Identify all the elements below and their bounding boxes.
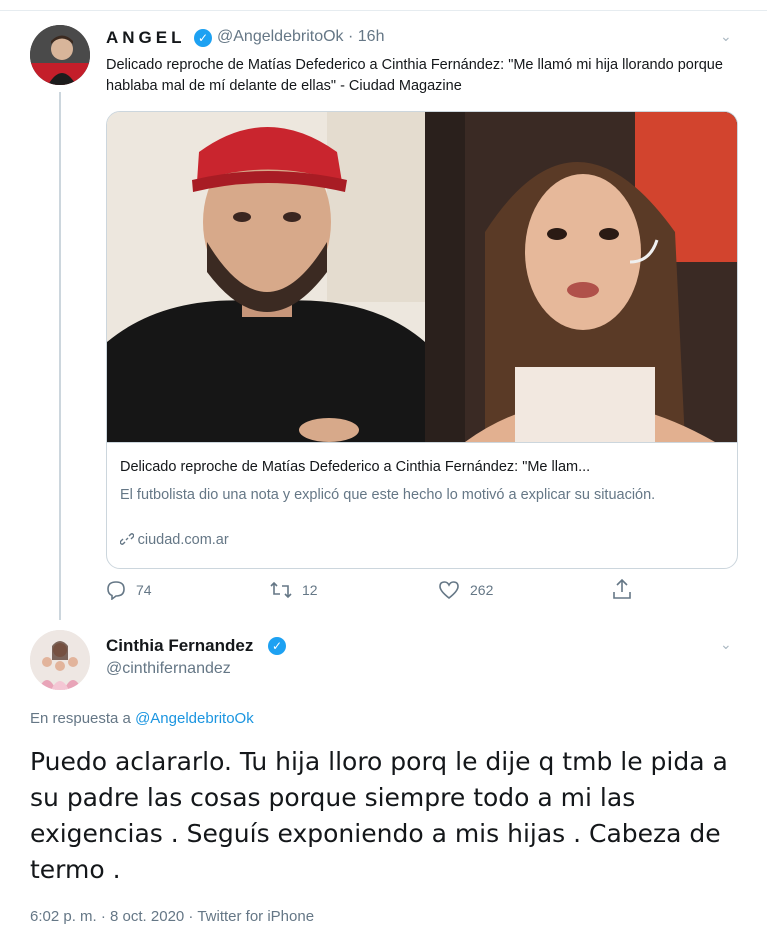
author-name-angel[interactable]: ANGEL <box>106 28 186 48</box>
reply-prefix: En respuesta a <box>30 710 131 727</box>
thread-line <box>59 92 61 620</box>
share-icon <box>613 578 631 599</box>
link-icon <box>119 532 138 547</box>
card-divider <box>107 442 737 443</box>
handle-angel[interactable]: @AngeldebritoOk <box>217 28 344 45</box>
share-button[interactable] <box>612 578 632 600</box>
retweet-icon <box>270 581 292 599</box>
chevron-down-icon[interactable]: ⌄ <box>720 28 732 45</box>
avatar-angel-image <box>30 25 90 85</box>
top-divider <box>0 10 767 11</box>
retweet-count: 12 <box>302 582 318 598</box>
card-title[interactable]: Delicado reproche de Matías Defederico a… <box>120 459 720 475</box>
tweet2-timestamp[interactable]: 6:02 p. m. · 8 oct. 2020 · Twitter for i… <box>30 908 314 925</box>
card-image-right <box>425 112 737 442</box>
reply-count: 74 <box>136 582 152 598</box>
chevron-down-icon[interactable]: ⌄ <box>720 636 732 653</box>
card-image-right-photo <box>425 112 737 442</box>
avatar-angel[interactable] <box>30 25 90 85</box>
reply-mention-link[interactable]: @AngeldebritoOk <box>135 710 254 727</box>
author-name-cinthia[interactable]: Cinthia Fernandez <box>106 636 253 656</box>
reply-button[interactable]: 74 <box>106 580 152 600</box>
card-description: El futbolista dio una nota y explicó que… <box>120 487 656 503</box>
tweet1-meta: @AngeldebritoOk · 16h <box>217 28 384 46</box>
card-image-left <box>107 112 425 442</box>
avatar-cinthia[interactable] <box>30 630 90 690</box>
link-card[interactable]: Delicado reproche de Matías Defederico a… <box>106 111 738 569</box>
reply-icon <box>107 581 125 600</box>
avatar-cinthia-image <box>30 630 90 690</box>
tweet2-text: Puedo aclararlo. Tu hija lloro porq le d… <box>30 747 728 884</box>
reply-context: En respuesta a @AngeldebritoOk <box>30 710 254 727</box>
handle-cinthia[interactable]: @cinthifernandez <box>106 660 231 678</box>
card-domain[interactable]: ciudad.com.ar <box>119 532 229 548</box>
like-button[interactable]: 262 <box>438 580 493 600</box>
card-image-left-photo <box>107 112 425 442</box>
retweet-button[interactable]: 12 <box>270 580 318 600</box>
like-count: 262 <box>470 582 494 598</box>
verified-badge-icon: ✓ <box>268 637 286 655</box>
heart-icon <box>439 581 459 600</box>
card-domain-text: ciudad.com.ar <box>137 532 229 548</box>
meta-separator: · <box>347 28 354 45</box>
tweet1-time[interactable]: 16h <box>358 28 385 45</box>
tweet1-text: Delicado reproche de Matías Defederico a… <box>106 57 723 94</box>
verified-badge-icon: ✓ <box>194 29 212 47</box>
